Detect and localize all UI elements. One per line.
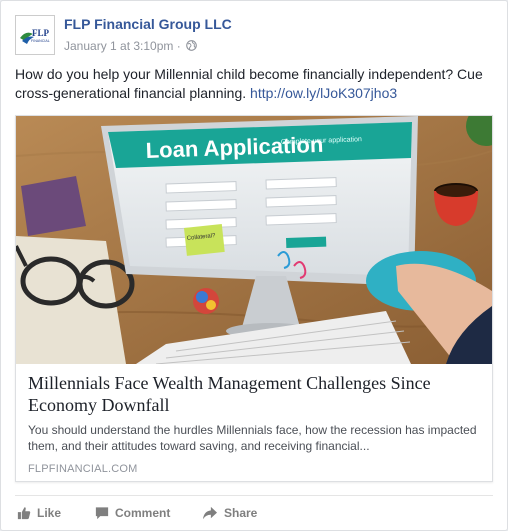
link-preview-body: Millennials Face Wealth Management Chall… <box>28 372 484 475</box>
comment-icon <box>95 507 109 520</box>
thumbs-up-icon <box>17 507 31 520</box>
svg-text:FINANCIAL: FINANCIAL <box>31 39 50 43</box>
comment-button[interactable]: Comment <box>95 503 170 523</box>
post-meta: January 1 at 3:10pm · <box>64 38 197 53</box>
loan-application-photo: Loan Application Complete your applicati… <box>16 116 492 364</box>
share-label: Share <box>224 506 258 520</box>
share-arrow-icon <box>203 506 217 520</box>
share-button[interactable]: Share <box>202 503 257 523</box>
like-label: Like <box>37 506 62 520</box>
actions-divider <box>15 495 493 496</box>
post-message-link[interactable]: http://ow.ly/lJoK307jho3 <box>250 85 397 101</box>
svg-text:FLP: FLP <box>32 28 50 38</box>
page-avatar[interactable]: FLP FINANCIAL <box>15 15 55 55</box>
meta-separator: · <box>173 38 185 53</box>
link-preview-domain: FLPFINANCIAL.COM <box>28 463 138 475</box>
globe-icon[interactable] <box>186 40 197 52</box>
link-preview-title[interactable]: Millennials Face Wealth Management Chall… <box>28 372 484 416</box>
comment-label: Comment <box>115 506 171 520</box>
flp-logo-icon: FLP FINANCIAL <box>16 16 54 54</box>
like-button[interactable]: Like <box>17 503 61 523</box>
page-name-link[interactable]: FLP Financial Group LLC <box>64 16 232 32</box>
post-message: How do you help your Millennial child be… <box>15 65 497 103</box>
post-actions-bar: Like Comment Share <box>15 503 493 523</box>
link-preview-image[interactable]: Loan Application Complete your applicati… <box>16 116 492 364</box>
post-card: FLP FINANCIAL FLP Financial Group LLC Ja… <box>0 0 508 531</box>
post-timestamp[interactable]: January 1 at 3:10pm <box>64 39 173 53</box>
post-header: FLP FINANCIAL FLP Financial Group LLC Ja… <box>15 15 495 57</box>
link-preview-description: You should understand the hurdles Millen… <box>28 423 477 453</box>
post-message-text: How do you help your Millennial child be… <box>15 66 483 101</box>
link-preview[interactable]: Loan Application Complete your applicati… <box>15 115 493 482</box>
